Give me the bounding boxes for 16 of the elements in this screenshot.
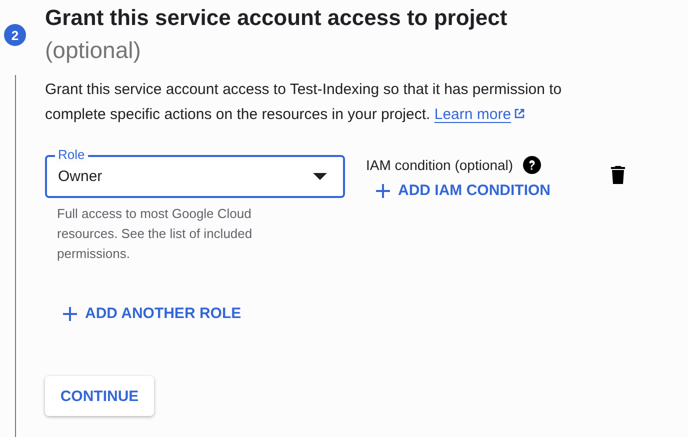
step-number: 2 (4, 24, 26, 46)
continue-button[interactable]: CONTINUE (45, 376, 154, 416)
caret-icon (313, 173, 327, 180)
external-link-icon (513, 107, 526, 120)
plus-icon (376, 184, 390, 198)
plus-icon (63, 306, 77, 320)
help-icon[interactable] (523, 156, 542, 174)
helper-text: Full access to most Google Cloud resources. See the list of included permissions. (56, 205, 254, 263)
delete-icon[interactable] (610, 166, 624, 184)
learn-more-link[interactable]: Learn more (434, 106, 526, 123)
description: Grant this service account access to Test-Indexing so that it has permission to complete specific actions on the resources in your project. Learn more (45, 80, 563, 125)
optional-label: (optional) (45, 36, 141, 65)
step-title: Grant this service account access to project (45, 4, 508, 32)
add-iam-condition-button[interactable]: ADD IAM CONDITION (366, 176, 560, 205)
iam-condition-label: IAM condition (optional) (366, 157, 514, 173)
add-another-role-button[interactable]: ADD ANOTHER ROLE (53, 299, 252, 328)
